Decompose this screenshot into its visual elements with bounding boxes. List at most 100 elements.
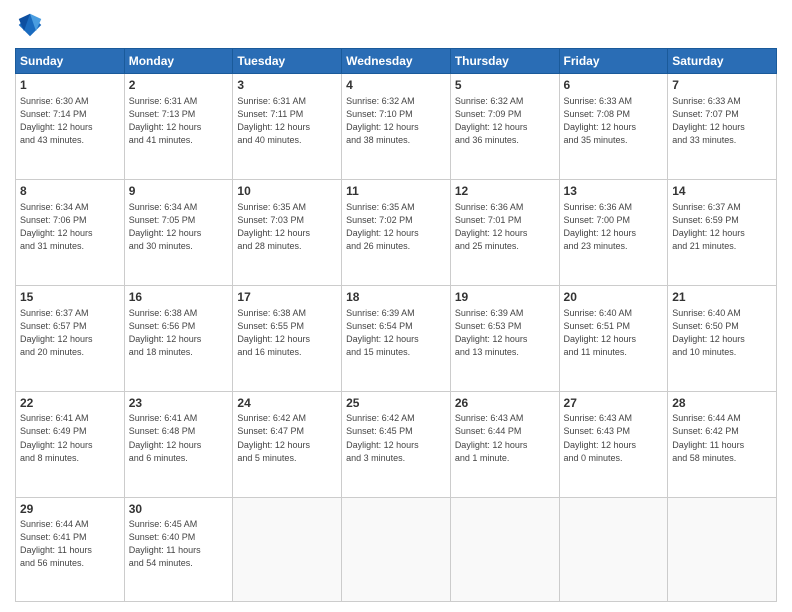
logo xyxy=(15,10,49,40)
calendar-cell: 25Sunrise: 6:42 AM Sunset: 6:45 PM Dayli… xyxy=(342,391,451,497)
day-info: Sunrise: 6:41 AM Sunset: 6:48 PM Dayligh… xyxy=(129,412,229,464)
day-info: Sunrise: 6:31 AM Sunset: 7:11 PM Dayligh… xyxy=(237,95,337,147)
week-row-5: 29Sunrise: 6:44 AM Sunset: 6:41 PM Dayli… xyxy=(16,497,777,602)
calendar-cell xyxy=(233,497,342,602)
day-info: Sunrise: 6:34 AM Sunset: 7:06 PM Dayligh… xyxy=(20,201,120,253)
day-number: 12 xyxy=(455,183,555,200)
day-number: 2 xyxy=(129,77,229,94)
day-number: 5 xyxy=(455,77,555,94)
day-info: Sunrise: 6:44 AM Sunset: 6:41 PM Dayligh… xyxy=(20,518,120,570)
day-number: 4 xyxy=(346,77,446,94)
weekday-header-wednesday: Wednesday xyxy=(342,49,451,74)
day-info: Sunrise: 6:45 AM Sunset: 6:40 PM Dayligh… xyxy=(129,518,229,570)
calendar-cell: 12Sunrise: 6:36 AM Sunset: 7:01 PM Dayli… xyxy=(450,179,559,285)
header xyxy=(15,10,777,40)
day-info: Sunrise: 6:43 AM Sunset: 6:44 PM Dayligh… xyxy=(455,412,555,464)
calendar-cell xyxy=(668,497,777,602)
day-info: Sunrise: 6:40 AM Sunset: 6:50 PM Dayligh… xyxy=(672,307,772,359)
calendar-cell xyxy=(450,497,559,602)
calendar-cell: 30Sunrise: 6:45 AM Sunset: 6:40 PM Dayli… xyxy=(124,497,233,602)
weekday-header-friday: Friday xyxy=(559,49,668,74)
day-info: Sunrise: 6:30 AM Sunset: 7:14 PM Dayligh… xyxy=(20,95,120,147)
calendar-cell: 8Sunrise: 6:34 AM Sunset: 7:06 PM Daylig… xyxy=(16,179,125,285)
day-number: 20 xyxy=(564,289,664,306)
day-number: 9 xyxy=(129,183,229,200)
day-number: 3 xyxy=(237,77,337,94)
logo-icon xyxy=(15,10,45,40)
calendar-cell: 2Sunrise: 6:31 AM Sunset: 7:13 PM Daylig… xyxy=(124,74,233,180)
calendar-cell: 15Sunrise: 6:37 AM Sunset: 6:57 PM Dayli… xyxy=(16,285,125,391)
day-number: 30 xyxy=(129,501,229,518)
day-info: Sunrise: 6:40 AM Sunset: 6:51 PM Dayligh… xyxy=(564,307,664,359)
day-info: Sunrise: 6:36 AM Sunset: 7:01 PM Dayligh… xyxy=(455,201,555,253)
week-row-3: 15Sunrise: 6:37 AM Sunset: 6:57 PM Dayli… xyxy=(16,285,777,391)
day-number: 26 xyxy=(455,395,555,412)
day-number: 11 xyxy=(346,183,446,200)
calendar-cell xyxy=(342,497,451,602)
day-info: Sunrise: 6:42 AM Sunset: 6:45 PM Dayligh… xyxy=(346,412,446,464)
day-info: Sunrise: 6:38 AM Sunset: 6:56 PM Dayligh… xyxy=(129,307,229,359)
day-info: Sunrise: 6:34 AM Sunset: 7:05 PM Dayligh… xyxy=(129,201,229,253)
calendar-cell: 20Sunrise: 6:40 AM Sunset: 6:51 PM Dayli… xyxy=(559,285,668,391)
day-number: 13 xyxy=(564,183,664,200)
day-info: Sunrise: 6:37 AM Sunset: 6:59 PM Dayligh… xyxy=(672,201,772,253)
day-info: Sunrise: 6:33 AM Sunset: 7:07 PM Dayligh… xyxy=(672,95,772,147)
day-number: 21 xyxy=(672,289,772,306)
day-info: Sunrise: 6:33 AM Sunset: 7:08 PM Dayligh… xyxy=(564,95,664,147)
day-info: Sunrise: 6:31 AM Sunset: 7:13 PM Dayligh… xyxy=(129,95,229,147)
calendar-cell: 11Sunrise: 6:35 AM Sunset: 7:02 PM Dayli… xyxy=(342,179,451,285)
day-number: 27 xyxy=(564,395,664,412)
day-number: 22 xyxy=(20,395,120,412)
day-number: 16 xyxy=(129,289,229,306)
week-row-1: 1Sunrise: 6:30 AM Sunset: 7:14 PM Daylig… xyxy=(16,74,777,180)
day-info: Sunrise: 6:42 AM Sunset: 6:47 PM Dayligh… xyxy=(237,412,337,464)
day-number: 18 xyxy=(346,289,446,306)
calendar-cell: 9Sunrise: 6:34 AM Sunset: 7:05 PM Daylig… xyxy=(124,179,233,285)
day-info: Sunrise: 6:37 AM Sunset: 6:57 PM Dayligh… xyxy=(20,307,120,359)
calendar-cell: 17Sunrise: 6:38 AM Sunset: 6:55 PM Dayli… xyxy=(233,285,342,391)
calendar-cell: 19Sunrise: 6:39 AM Sunset: 6:53 PM Dayli… xyxy=(450,285,559,391)
calendar-cell: 7Sunrise: 6:33 AM Sunset: 7:07 PM Daylig… xyxy=(668,74,777,180)
weekday-header-sunday: Sunday xyxy=(16,49,125,74)
calendar-cell: 16Sunrise: 6:38 AM Sunset: 6:56 PM Dayli… xyxy=(124,285,233,391)
day-info: Sunrise: 6:38 AM Sunset: 6:55 PM Dayligh… xyxy=(237,307,337,359)
calendar: SundayMondayTuesdayWednesdayThursdayFrid… xyxy=(15,48,777,602)
calendar-cell: 27Sunrise: 6:43 AM Sunset: 6:43 PM Dayli… xyxy=(559,391,668,497)
day-number: 29 xyxy=(20,501,120,518)
weekday-header-saturday: Saturday xyxy=(668,49,777,74)
week-row-2: 8Sunrise: 6:34 AM Sunset: 7:06 PM Daylig… xyxy=(16,179,777,285)
day-number: 28 xyxy=(672,395,772,412)
day-number: 17 xyxy=(237,289,337,306)
day-number: 1 xyxy=(20,77,120,94)
weekday-header-monday: Monday xyxy=(124,49,233,74)
calendar-cell: 4Sunrise: 6:32 AM Sunset: 7:10 PM Daylig… xyxy=(342,74,451,180)
day-number: 15 xyxy=(20,289,120,306)
day-number: 23 xyxy=(129,395,229,412)
day-number: 8 xyxy=(20,183,120,200)
week-row-4: 22Sunrise: 6:41 AM Sunset: 6:49 PM Dayli… xyxy=(16,391,777,497)
day-info: Sunrise: 6:35 AM Sunset: 7:03 PM Dayligh… xyxy=(237,201,337,253)
day-number: 25 xyxy=(346,395,446,412)
day-number: 14 xyxy=(672,183,772,200)
day-number: 19 xyxy=(455,289,555,306)
calendar-cell: 26Sunrise: 6:43 AM Sunset: 6:44 PM Dayli… xyxy=(450,391,559,497)
day-info: Sunrise: 6:36 AM Sunset: 7:00 PM Dayligh… xyxy=(564,201,664,253)
day-info: Sunrise: 6:32 AM Sunset: 7:09 PM Dayligh… xyxy=(455,95,555,147)
calendar-cell: 3Sunrise: 6:31 AM Sunset: 7:11 PM Daylig… xyxy=(233,74,342,180)
calendar-cell xyxy=(559,497,668,602)
calendar-cell: 13Sunrise: 6:36 AM Sunset: 7:00 PM Dayli… xyxy=(559,179,668,285)
day-info: Sunrise: 6:32 AM Sunset: 7:10 PM Dayligh… xyxy=(346,95,446,147)
calendar-cell: 21Sunrise: 6:40 AM Sunset: 6:50 PM Dayli… xyxy=(668,285,777,391)
weekday-header-tuesday: Tuesday xyxy=(233,49,342,74)
calendar-cell: 10Sunrise: 6:35 AM Sunset: 7:03 PM Dayli… xyxy=(233,179,342,285)
calendar-cell: 18Sunrise: 6:39 AM Sunset: 6:54 PM Dayli… xyxy=(342,285,451,391)
calendar-cell: 6Sunrise: 6:33 AM Sunset: 7:08 PM Daylig… xyxy=(559,74,668,180)
calendar-cell: 23Sunrise: 6:41 AM Sunset: 6:48 PM Dayli… xyxy=(124,391,233,497)
day-number: 6 xyxy=(564,77,664,94)
day-info: Sunrise: 6:35 AM Sunset: 7:02 PM Dayligh… xyxy=(346,201,446,253)
day-number: 7 xyxy=(672,77,772,94)
weekday-header-row: SundayMondayTuesdayWednesdayThursdayFrid… xyxy=(16,49,777,74)
calendar-cell: 14Sunrise: 6:37 AM Sunset: 6:59 PM Dayli… xyxy=(668,179,777,285)
weekday-header-thursday: Thursday xyxy=(450,49,559,74)
page: SundayMondayTuesdayWednesdayThursdayFrid… xyxy=(0,0,792,612)
